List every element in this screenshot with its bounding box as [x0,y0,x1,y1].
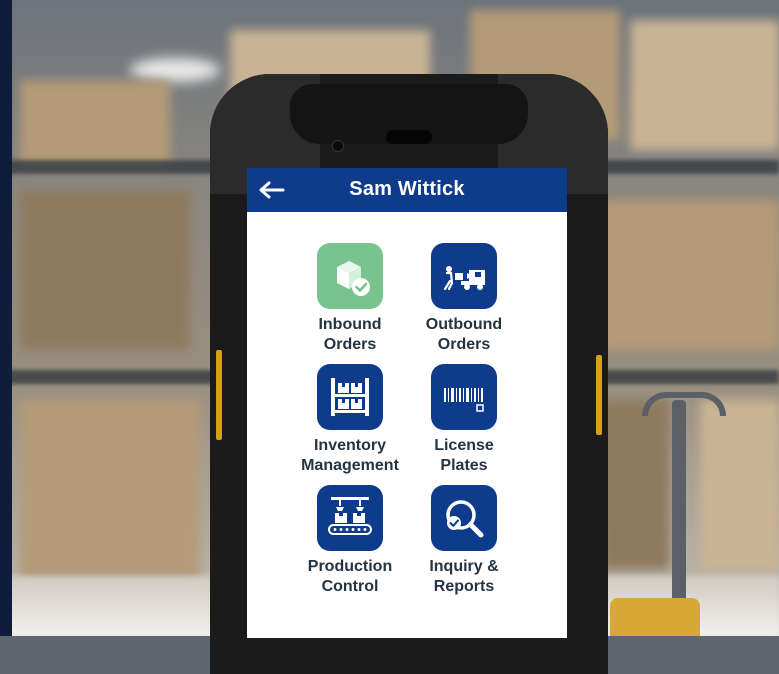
tile-label: Inquiry & Reports [429,558,499,595]
barcode-icon [431,364,497,430]
inbound-box-check-icon [317,243,383,309]
pallet-jack-base [610,598,700,636]
tile-label: Inventory Management [301,437,399,474]
app-screen: Sam Wittick Inbound Orders Outbound Orde… [247,168,567,638]
side-button [596,355,602,435]
menu-tile-inquiry-reports[interactable]: Inquiry & Reports [399,485,529,597]
magnifier-check-icon [431,485,497,551]
shelving-boxes-icon [317,364,383,430]
background-box [20,80,170,170]
front-camera [332,140,344,152]
conveyor-icon [317,485,383,551]
tile-label: License Plates [434,437,494,474]
tile-label: Inbound Orders [318,316,382,353]
menu-tile-inbound-orders[interactable]: Inbound Orders [285,243,415,355]
menu-tile-outbound-orders[interactable]: Outbound Orders [399,243,529,355]
pallet-jack-handle [672,400,686,610]
menu-tile-license-plates[interactable]: License Plates [399,364,529,476]
background-box [20,190,190,350]
delivery-truck-icon [431,243,497,309]
page-title: Sam Wittick [349,178,465,200]
side-button [216,350,222,440]
background-box [630,20,779,150]
left-border [0,0,12,636]
background-box [700,400,779,570]
tile-label: Production Control [307,558,393,595]
background-box [600,400,670,570]
menu-tile-inventory-management[interactable]: Inventory Management [285,364,415,476]
header-bar: Sam Wittick [247,168,567,212]
earpiece [386,130,432,144]
background-box [20,400,200,580]
background-box [600,200,779,350]
tile-label: Outbound Orders [425,316,503,353]
menu-tile-production-control[interactable]: Production Control [285,485,415,597]
ceiling-light [130,58,220,82]
